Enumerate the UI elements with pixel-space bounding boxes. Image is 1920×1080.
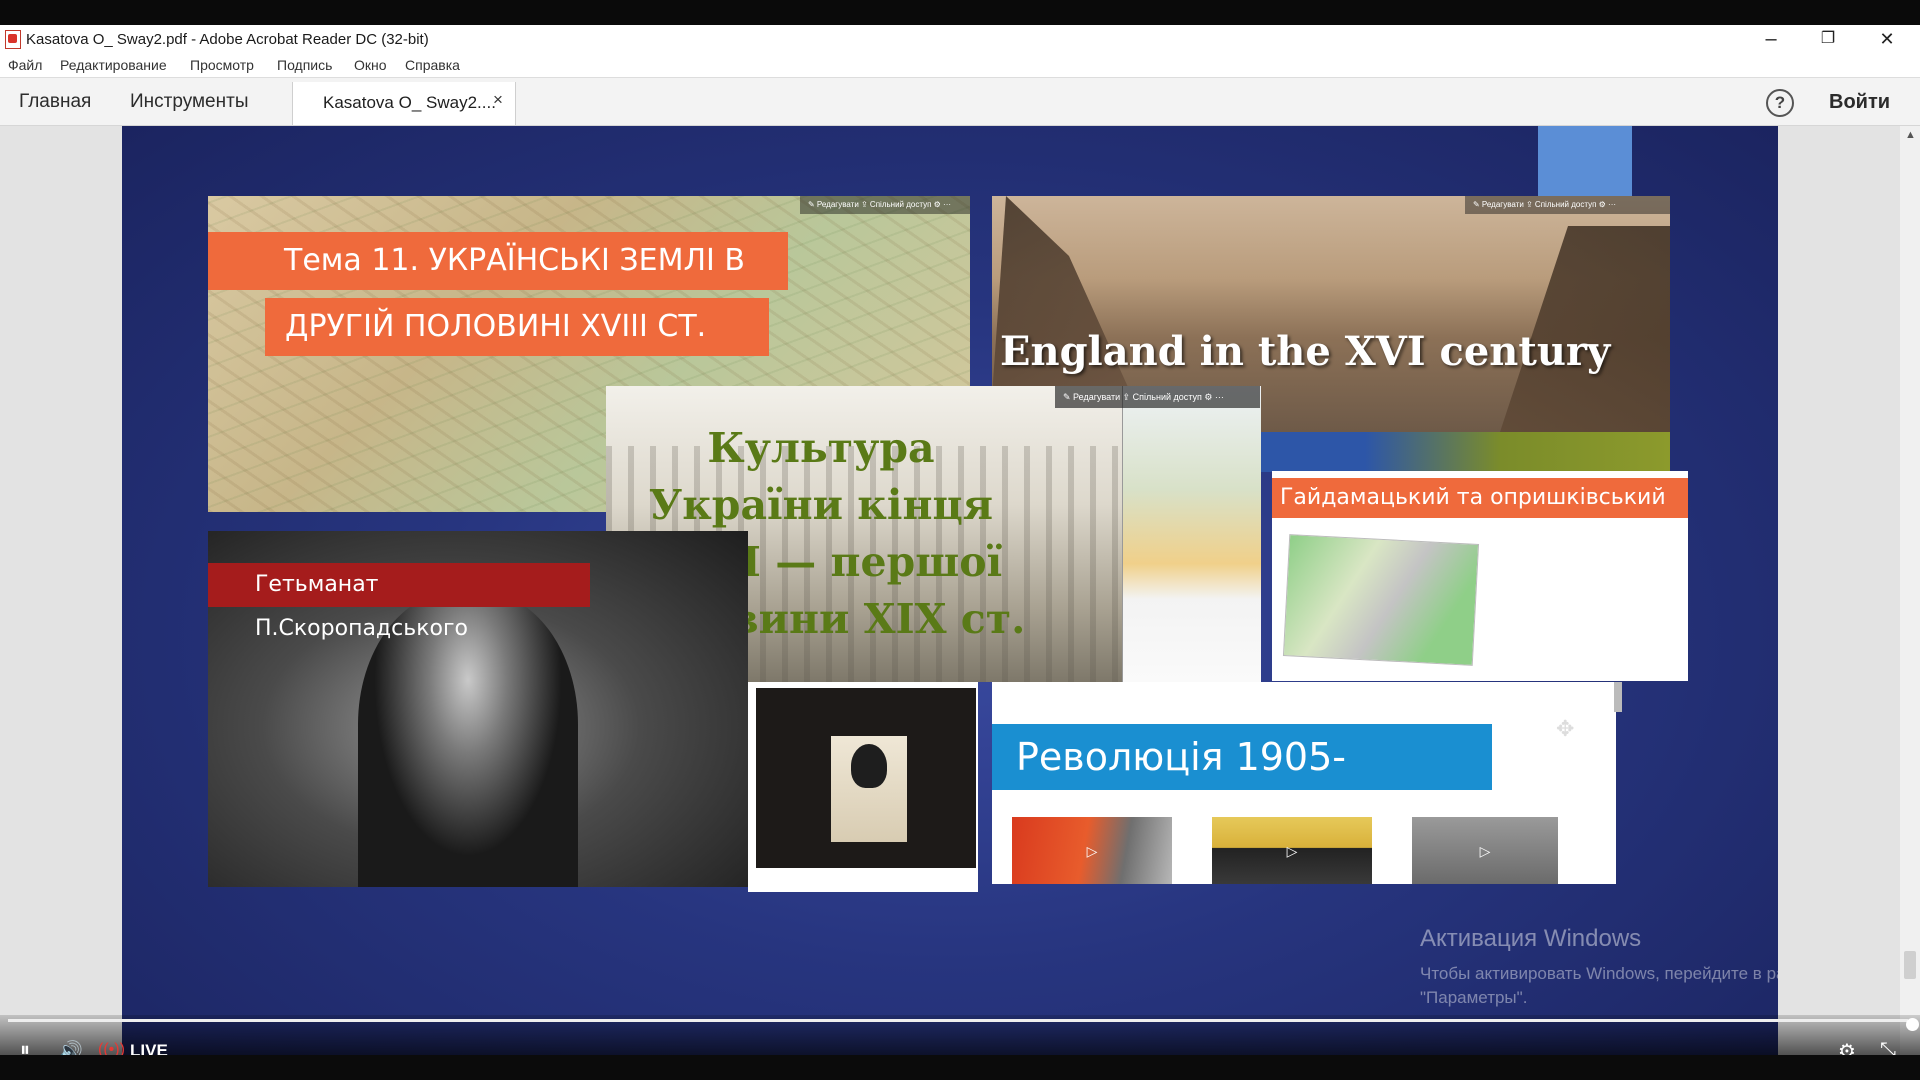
menu-edit[interactable]: Редактирование <box>60 57 167 73</box>
tab-home[interactable]: Главная <box>19 91 91 113</box>
card-haidamaky[interactable]: Гайдамацький та опришківський рухи <box>1272 471 1688 681</box>
progress-bar[interactable] <box>8 1018 1919 1031</box>
card-title: Гетьманат П.Скоропадського <box>208 563 590 641</box>
card-toolbar[interactable]: ✎ Редагувати ⇪ Спільний доступ ⚙ ··· <box>800 196 970 214</box>
decor-blue-block <box>1538 126 1632 196</box>
maximize-button[interactable]: ❐ <box>1805 27 1851 51</box>
play-icon: ▷ <box>1479 843 1491 859</box>
portrait-image <box>831 736 907 842</box>
card-title-line1: Тема 11. УКРАЇНСЬКІ ЗЕМЛІ В <box>208 232 788 290</box>
menu-view[interactable]: Просмотр <box>190 57 254 73</box>
card-toolbar[interactable]: ✎ Редагувати ⇪ Спільний доступ ⚙ ··· <box>1465 196 1670 214</box>
pdf-file-icon <box>5 30 21 49</box>
menu-bar: Файл Редактирование Просмотр Подпись Окн… <box>0 53 1920 78</box>
move-cursor-icon: ✥ <box>1556 716 1575 741</box>
title-bar: Kasatova O_ Sway2.pdf - Adobe Acrobat Re… <box>0 25 1920 53</box>
vertical-scrollbar[interactable]: ▲ <box>1900 126 1920 1055</box>
windows-activation-title: Активация Windows <box>1420 925 1642 952</box>
play-icon: ▷ <box>1286 843 1298 859</box>
card-hetmanate[interactable]: Гетьманат П.Скоропадського <box>208 531 748 887</box>
menu-window[interactable]: Окно <box>354 57 387 73</box>
tab-bar: Главная Инструменты Kasatova O_ Sway2...… <box>0 78 1920 126</box>
video-thumbnail[interactable]: ▷ <box>1012 817 1172 884</box>
card-title: Гайдамацький та опришківський рухи <box>1272 478 1688 550</box>
card-toolbar[interactable]: ✎ Редагувати ⇪ Спільний доступ ⚙ ··· <box>1055 386 1260 408</box>
progress-knob[interactable] <box>1906 1018 1919 1031</box>
culture-map-thumbnail <box>1122 386 1261 682</box>
close-button[interactable]: ✕ <box>1864 27 1910 51</box>
scroll-thumb[interactable] <box>1904 951 1916 979</box>
help-icon[interactable]: ? <box>1766 89 1794 117</box>
card-title: Революція 1905-1907рр. <box>992 724 1492 845</box>
video-thumbnail[interactable]: ▷ <box>1212 817 1372 884</box>
windows-activation-text: Чтобы активировать Windows, перейдите в … <box>1420 964 1778 1007</box>
acrobat-window: Kasatova O_ Sway2.pdf - Adobe Acrobat Re… <box>0 25 1920 1055</box>
tab-document-label: Kasatova O_ Sway2.... <box>323 93 496 112</box>
scroll-up-icon[interactable]: ▲ <box>1905 129 1916 141</box>
minimize-button[interactable]: – <box>1748 27 1794 51</box>
tab-document[interactable]: Kasatova O_ Sway2.... × <box>292 82 516 125</box>
letterbox-top <box>0 0 1920 25</box>
menu-help[interactable]: Справка <box>405 57 460 73</box>
letterbox-bottom <box>0 1055 1920 1080</box>
window-title: Kasatova O_ Sway2.pdf - Adobe Acrobat Re… <box>26 31 429 48</box>
video-thumbnail[interactable]: ▷ <box>1412 817 1558 884</box>
tab-tools[interactable]: Инструменты <box>130 91 248 113</box>
card-video[interactable] <box>748 682 978 892</box>
document-area[interactable]: ✎ Редагувати ⇪ Спільний доступ ⚙ ··· Тем… <box>0 126 1920 1055</box>
sign-in-button[interactable]: Войти <box>1829 91 1890 114</box>
map-image <box>1282 534 1480 666</box>
video-thumbnail[interactable] <box>756 688 976 868</box>
card-title: England in the XVI century <box>1000 328 1611 375</box>
play-icon: ▷ <box>1086 843 1098 859</box>
card-title-line2: ДРУГІЙ ПОЛОВИНІ XVIII СТ. <box>265 298 769 356</box>
close-tab-icon[interactable]: × <box>493 90 503 110</box>
card-revolution[interactable]: Революція 1905-1907рр. ▷ ▷ ▷ <box>992 682 1616 884</box>
menu-file[interactable]: Файл <box>8 57 42 73</box>
card-scrollbar[interactable] <box>1614 682 1622 712</box>
menu-sign[interactable]: Подпись <box>277 57 332 73</box>
pdf-page: ✎ Редагувати ⇪ Спільний доступ ⚙ ··· Тем… <box>122 126 1778 1055</box>
